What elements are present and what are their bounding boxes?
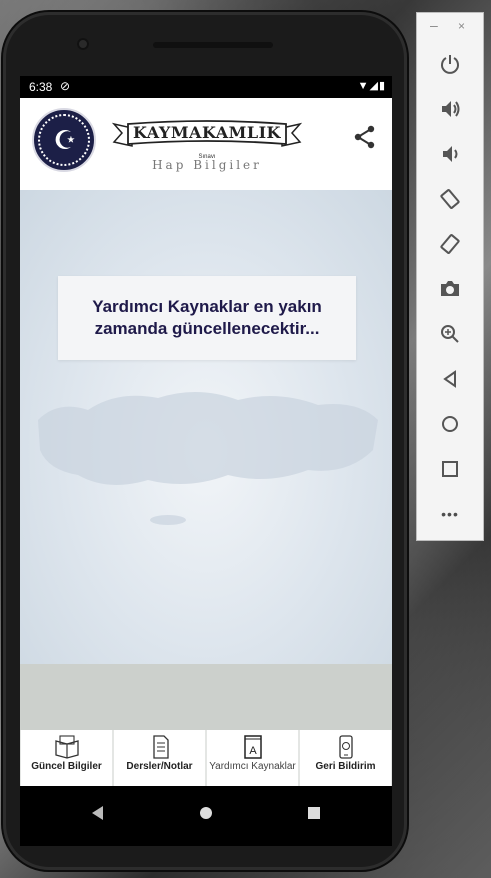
logo-title: KAYMAKAMLIK xyxy=(133,123,281,142)
close-button[interactable]: × xyxy=(458,19,465,33)
nav-label: Geri Bildirim xyxy=(315,761,376,772)
phone-feedback-icon xyxy=(338,735,353,759)
system-navigation-bar xyxy=(20,786,392,846)
front-camera xyxy=(77,38,89,50)
volume-up-icon[interactable] xyxy=(433,92,467,126)
sync-icon: ⊘ xyxy=(60,79,71,93)
back-icon[interactable] xyxy=(433,362,467,396)
signal-battery-icons: ▼◢▮ xyxy=(357,80,386,92)
earpiece-speaker xyxy=(153,42,273,48)
app-logo: KAYMAKAMLIK Sınavı Hap Bilgiler xyxy=(112,116,302,172)
svg-text:A: A xyxy=(249,745,257,757)
home-icon[interactable] xyxy=(200,807,212,819)
emblem-logo: ☪ xyxy=(32,108,96,172)
book-open-icon xyxy=(54,735,79,759)
rotate-left-icon[interactable] xyxy=(433,182,467,216)
nav-dersler-notlar[interactable]: Dersler/Notlar xyxy=(114,730,205,786)
status-time: 6:38 xyxy=(29,80,53,94)
logo-subtitle: Hap Bilgiler xyxy=(152,158,262,172)
nav-label: Dersler/Notlar xyxy=(126,761,193,772)
power-icon[interactable] xyxy=(433,47,467,81)
turkey-map-background xyxy=(38,391,378,525)
book-a-icon: A xyxy=(243,735,262,759)
back-icon[interactable] xyxy=(92,806,103,820)
nav-label: Yardımcı Kaynaklar xyxy=(209,761,296,772)
content-area: Yardımcı Kaynaklar en yakın zamanda günc… xyxy=(20,190,392,664)
app-bar: ☪ KAYMAKAMLIK Sınavı Hap Bilgiler xyxy=(20,98,392,190)
toolbar-window-controls: – × xyxy=(417,17,483,35)
rotate-right-icon[interactable] xyxy=(433,227,467,261)
bottom-navigation: Güncel Bilgiler Dersler/Notlar A Yardımc… xyxy=(20,730,392,786)
phone-frame: 6:38 ⊘ ▼◢▮ ☪ KAYMAKAMLIK Sınavı Hap Bilg… xyxy=(3,12,407,870)
nav-yardimci-kaynaklar[interactable]: A Yardımcı Kaynaklar xyxy=(207,730,298,786)
emulator-toolbar: – × ••• xyxy=(416,12,484,541)
camera-icon[interactable] xyxy=(433,272,467,306)
status-bar: 6:38 ⊘ ▼◢▮ xyxy=(20,76,392,98)
crescent-star-icon: ☪ xyxy=(53,125,77,155)
nav-guncel-bilgiler[interactable]: Güncel Bilgiler xyxy=(21,730,112,786)
more-icon[interactable]: ••• xyxy=(433,497,467,531)
overview-icon[interactable] xyxy=(433,452,467,486)
nav-geri-bildirim[interactable]: Geri Bildirim xyxy=(300,730,391,786)
share-icon[interactable] xyxy=(352,124,378,150)
zoom-icon[interactable] xyxy=(433,317,467,351)
minimize-button[interactable]: – xyxy=(430,17,438,33)
nav-label: Güncel Bilgiler xyxy=(31,761,102,772)
phone-screen: 6:38 ⊘ ▼◢▮ ☪ KAYMAKAMLIK Sınavı Hap Bilg… xyxy=(20,76,392,846)
home-icon[interactable] xyxy=(433,407,467,441)
volume-down-icon[interactable] xyxy=(433,137,467,171)
info-message-text: Yardımcı Kaynaklar en yakın zamanda günc… xyxy=(92,297,322,338)
footer-band xyxy=(20,664,392,730)
document-icon xyxy=(152,735,169,759)
recents-icon[interactable] xyxy=(308,807,320,819)
info-message-card: Yardımcı Kaynaklar en yakın zamanda günc… xyxy=(58,276,356,360)
